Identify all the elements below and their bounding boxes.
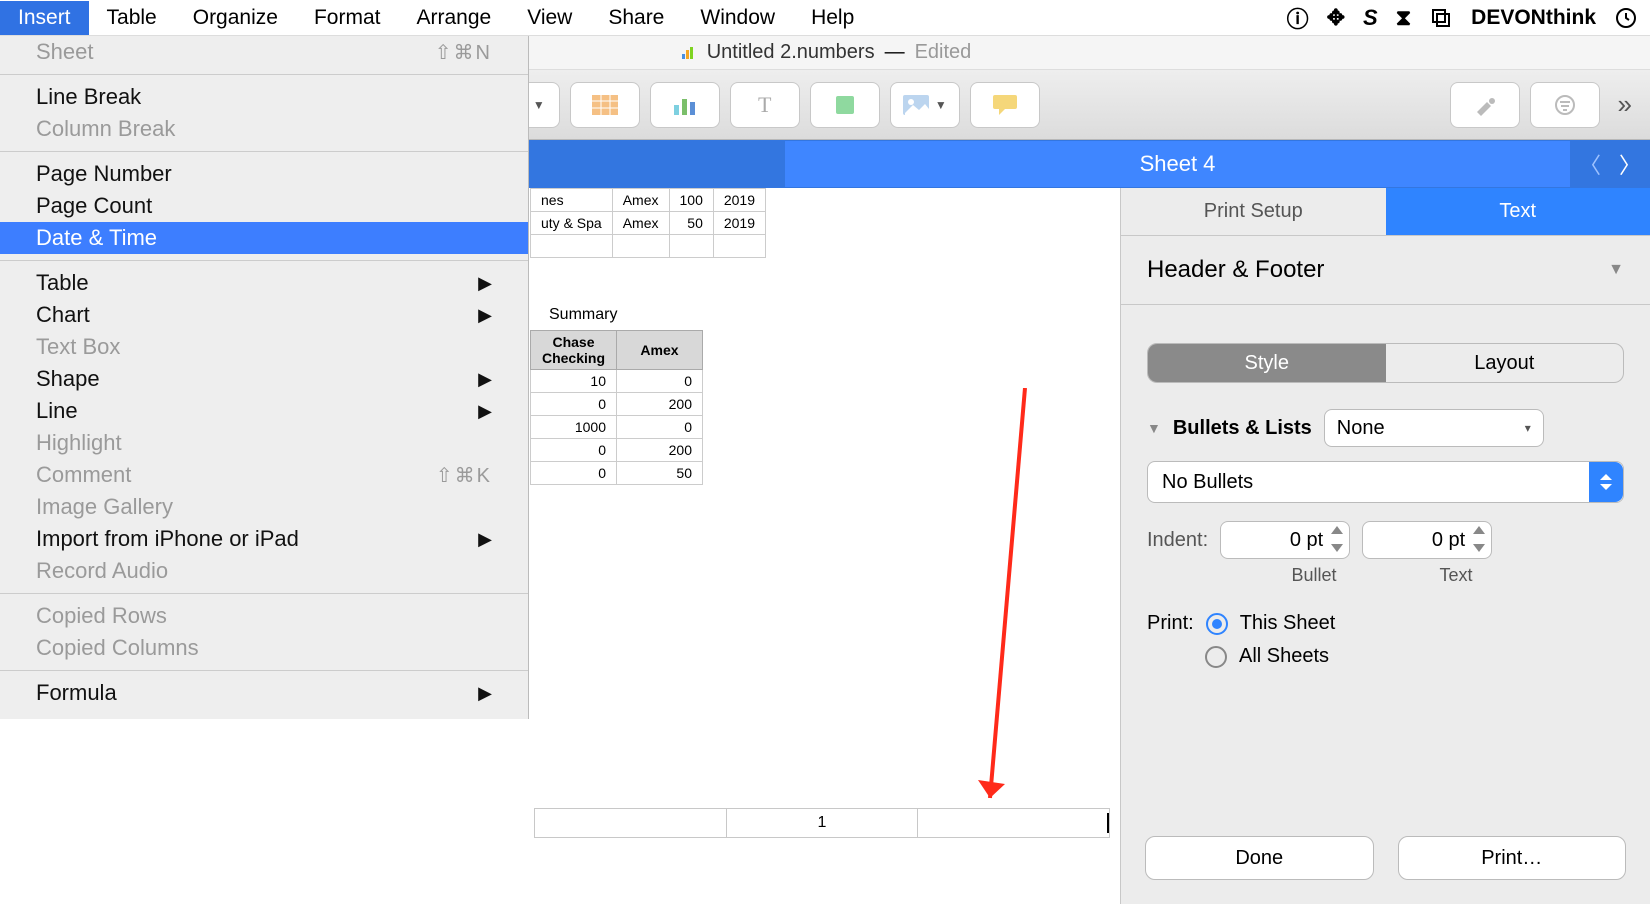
toolbar-shape-button[interactable] xyxy=(810,82,880,128)
document-state: Edited xyxy=(915,41,972,64)
menu-item-highlight: Highlight xyxy=(0,427,528,459)
system-menubar: Insert Table Organize Format Arrange Vie… xyxy=(0,0,1650,36)
organize-icon xyxy=(1553,93,1577,117)
insert-menu-dropdown: Sheet⇧⌘N Line BreakColumn Break Page Numbe… xyxy=(0,36,529,719)
inspector-panel: Print Setup Text Header & Footer ▼ Style… xyxy=(1120,188,1650,904)
annotation-arrow-icon xyxy=(975,388,1035,828)
menu-item-comment: Comment⇧⌘K xyxy=(0,459,528,491)
menu-format[interactable]: Format xyxy=(296,1,399,35)
sheet-nav-next-icon[interactable]: 〉 xyxy=(1610,148,1650,180)
menu-item-copied-columns: Copied Columns xyxy=(0,632,528,664)
submenu-arrow-icon: ▶ xyxy=(478,305,492,326)
bullet-style-select[interactable]: No Bullets xyxy=(1147,461,1624,503)
menu-item-copied-rows: Copied Rows xyxy=(0,600,528,632)
menu-insert[interactable]: Insert xyxy=(0,1,89,35)
submenu-arrow-icon: ▶ xyxy=(478,683,492,704)
menu-item-formula[interactable]: Formula▶ xyxy=(0,677,528,709)
menu-item-text-box: Text Box xyxy=(0,331,528,363)
footer-right[interactable] xyxy=(918,808,1110,838)
menu-item-chart[interactable]: Chart▶ xyxy=(0,299,528,331)
toolbar-comment-button[interactable] xyxy=(970,82,1040,128)
print-label: Print: xyxy=(1147,612,1194,635)
page-footer-fields[interactable]: 1 xyxy=(534,808,1110,838)
menu-share[interactable]: Share xyxy=(590,1,682,35)
menu-item-date-time[interactable]: Date & Time xyxy=(0,222,528,254)
menu-item-page-number[interactable]: Page Number xyxy=(0,158,528,190)
menu-extra-info-icon[interactable]: ⓘ xyxy=(1287,2,1309,34)
toolbar-media-button[interactable]: ▼ xyxy=(890,82,960,128)
submenu-arrow-icon: ▶ xyxy=(478,369,492,390)
toolbar-text-button[interactable]: T xyxy=(730,82,800,128)
table-summary: Chase CheckingAmex 100 0200 10000 0200 0… xyxy=(530,330,703,485)
header-footer-title: Header & Footer xyxy=(1147,256,1324,284)
print-opt-thissheet[interactable]: This Sheet xyxy=(1240,612,1336,635)
menu-extra-dropbox-icon[interactable]: ✥ xyxy=(1327,5,1345,31)
indent-text-stepper[interactable]: 0 pt xyxy=(1362,521,1492,559)
disclosure-icon[interactable]: ▼ xyxy=(1147,420,1161,436)
submenu-arrow-icon: ▶ xyxy=(478,401,492,422)
menu-extra-s-icon[interactable]: S xyxy=(1363,5,1378,31)
sheet-nav-prev-icon[interactable]: 〈 xyxy=(1570,148,1610,180)
document-title: Untitled 2.numbers xyxy=(707,41,875,64)
document-icon xyxy=(679,44,697,62)
brush-icon xyxy=(1473,94,1497,116)
menu-item-table[interactable]: Table▶ xyxy=(0,267,528,299)
chart-icon xyxy=(672,95,698,115)
menu-extra-bolt-icon[interactable]: ⧗ xyxy=(1396,5,1411,31)
print-radio-allsheets[interactable] xyxy=(1205,646,1227,668)
style-layout-segment[interactable]: Style Layout xyxy=(1147,343,1624,383)
header-footer-disclosure-icon[interactable]: ▼ xyxy=(1608,261,1624,279)
sheet-tab-sheet4[interactable]: Sheet 4 xyxy=(785,141,1570,187)
footer-left[interactable] xyxy=(534,808,727,838)
bullets-lists-label: Bullets & Lists xyxy=(1173,417,1312,440)
menu-item-column-break: Column Break xyxy=(0,113,528,145)
inspector-tab-printsetup[interactable]: Print Setup xyxy=(1121,188,1386,236)
done-button[interactable]: Done xyxy=(1145,836,1374,880)
menu-item-page-count[interactable]: Page Count xyxy=(0,190,528,222)
menu-item-line-break[interactable]: Line Break xyxy=(0,81,528,113)
comment-icon xyxy=(993,95,1017,115)
menu-extra-devonthink[interactable]: DEVONthink xyxy=(1471,6,1596,30)
summary-heading: Summary xyxy=(549,306,617,324)
menu-extra-popup-icon[interactable] xyxy=(1429,6,1453,30)
menu-help[interactable]: Help xyxy=(793,1,872,35)
bullet-style-stepper-icon[interactable] xyxy=(1589,462,1623,502)
table-icon xyxy=(592,95,618,115)
toolbar-organize-button[interactable] xyxy=(1530,82,1600,128)
menu-view[interactable]: View xyxy=(509,1,590,35)
indent-label: Indent: xyxy=(1147,529,1208,552)
footer-center[interactable]: 1 xyxy=(727,808,919,838)
text-icon: T xyxy=(758,92,771,118)
menu-table[interactable]: Table xyxy=(89,1,175,35)
shape-icon xyxy=(834,94,856,116)
inspector-tab-text[interactable]: Text xyxy=(1386,188,1650,236)
indent-bullet-stepper[interactable]: 0 pt xyxy=(1220,521,1350,559)
menu-extra-timemachine-icon[interactable] xyxy=(1614,6,1638,30)
menu-item-sheet: Sheet⇧⌘N xyxy=(0,36,528,68)
toolbar-format-button[interactable] xyxy=(1450,82,1520,128)
menu-item-import-from-iphone-or-ipad[interactable]: Import from iPhone or iPad▶ xyxy=(0,523,528,555)
indent-sub-bullet: Bullet xyxy=(1249,565,1379,586)
print-opt-allsheets[interactable]: All Sheets xyxy=(1239,645,1329,668)
menu-item-line[interactable]: Line▶ xyxy=(0,395,528,427)
bullets-lists-select[interactable]: None▾ xyxy=(1324,409,1544,447)
submenu-arrow-icon: ▶ xyxy=(478,529,492,550)
segment-style[interactable]: Style xyxy=(1148,344,1386,382)
toolbar-table-button[interactable] xyxy=(570,82,640,128)
print-button[interactable]: Print… xyxy=(1398,836,1627,880)
menu-window[interactable]: Window xyxy=(682,1,793,35)
toolbar-overflow-icon[interactable]: » xyxy=(1610,89,1640,120)
menu-item-image-gallery: Image Gallery xyxy=(0,491,528,523)
menu-arrange[interactable]: Arrange xyxy=(398,1,509,35)
indent-sub-text: Text xyxy=(1391,565,1521,586)
submenu-arrow-icon: ▶ xyxy=(478,273,492,294)
table-partial-top: nesAmex1002019 uty & SpaAmex502019 xyxy=(530,188,766,258)
media-icon xyxy=(903,95,929,115)
menu-item-record-audio: Record Audio xyxy=(0,555,528,587)
menu-organize[interactable]: Organize xyxy=(175,1,296,35)
toolbar-chart-button[interactable] xyxy=(650,82,720,128)
menu-item-shape[interactable]: Shape▶ xyxy=(0,363,528,395)
print-radio-thissheet[interactable] xyxy=(1206,613,1228,635)
segment-layout[interactable]: Layout xyxy=(1386,344,1624,382)
